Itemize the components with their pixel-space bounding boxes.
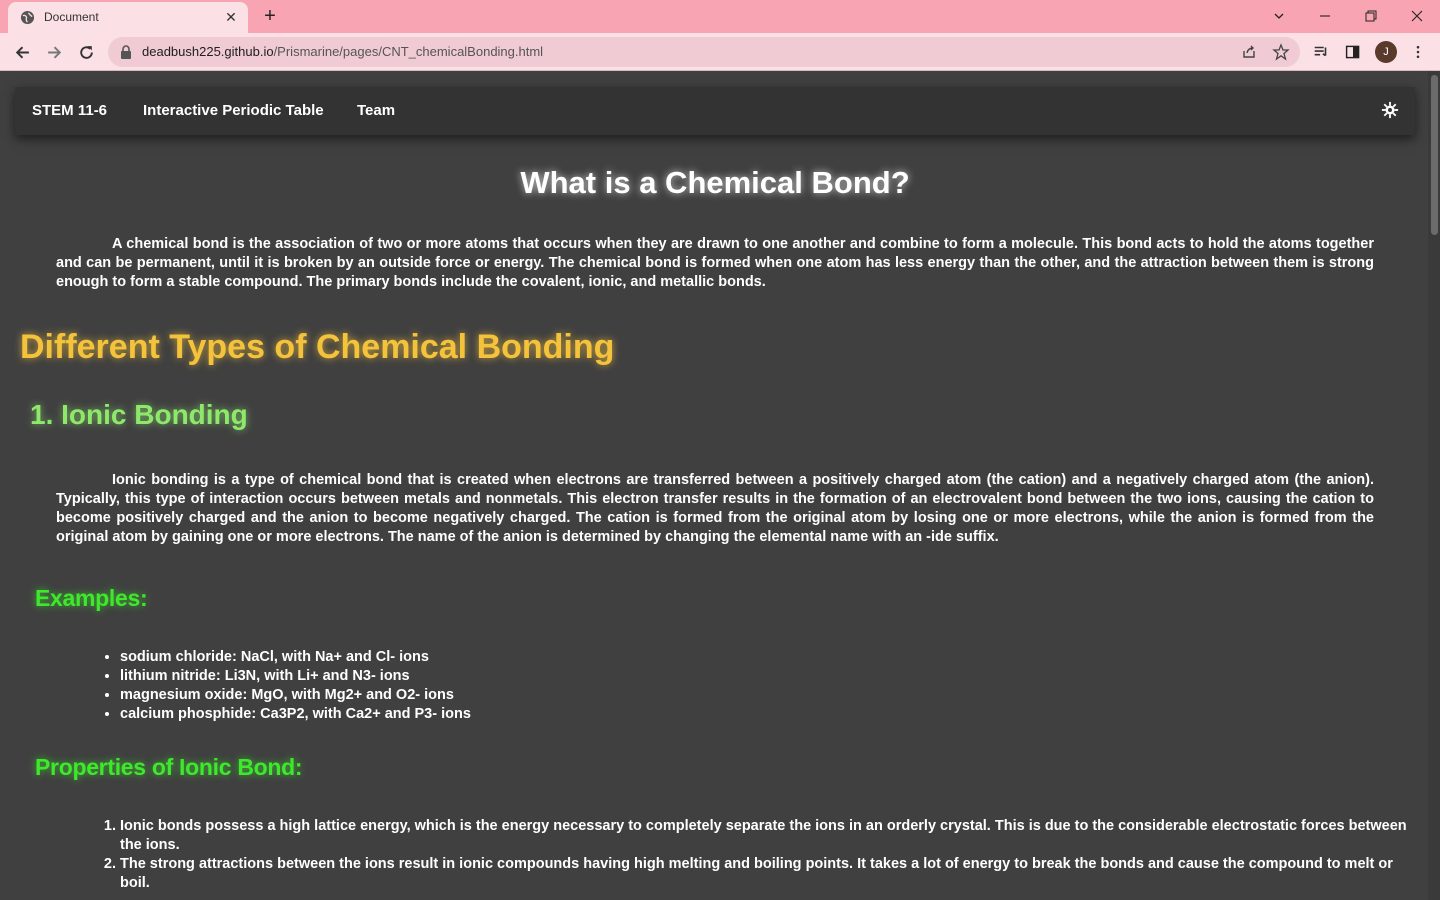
list-item: sodium chloride: NaCl, with Na+ and Cl- … <box>120 648 471 667</box>
side-panel-icon[interactable] <box>1343 42 1363 62</box>
new-tab-button[interactable]: + <box>258 5 282 29</box>
back-button[interactable] <box>8 38 36 66</box>
browser-toolbar: deadbush225.github.io/Prismarine/pages/C… <box>0 33 1440 71</box>
tab-title: Document <box>44 10 99 24</box>
intro-paragraph: A chemical bond is the association of tw… <box>56 236 1374 290</box>
types-heading: Different Types of Chemical Bonding <box>20 328 615 366</box>
theme-toggle-gear-icon[interactable] <box>1381 101 1399 119</box>
list-item: The strong attractions between the ions … <box>120 855 1420 893</box>
bookmark-star-icon[interactable] <box>1272 43 1290 61</box>
page-viewport: STEM 11-6 Interactive Periodic Table Tea… <box>0 71 1440 900</box>
list-item: calcium phosphide: Ca3P2, with Ca2+ and … <box>120 705 471 724</box>
browser-tab[interactable]: Document ✕ <box>8 2 248 33</box>
properties-heading: Properties of Ionic Bond: <box>35 754 303 780</box>
reload-button[interactable] <box>72 38 100 66</box>
list-item: lithium nitride: Li3N, with Li+ and N3- … <box>120 667 471 686</box>
list-item: Ionic bonds possess a high lattice energ… <box>120 817 1420 855</box>
more-menu-icon[interactable] <box>1408 42 1428 62</box>
site-navbar: STEM 11-6 Interactive Periodic Table Tea… <box>15 87 1415 135</box>
examples-heading: Examples: <box>35 585 148 611</box>
browser-tab-strip: Document ✕ + <box>0 0 1440 33</box>
close-window-button[interactable] <box>1394 3 1440 29</box>
page-title: What is a Chemical Bond? <box>520 165 910 200</box>
page-scrollbar[interactable] <box>1428 71 1440 900</box>
minimize-button[interactable] <box>1302 3 1348 29</box>
share-icon[interactable] <box>1240 43 1258 61</box>
nav-link-stem[interactable]: STEM 11-6 <box>32 102 107 119</box>
address-bar[interactable]: deadbush225.github.io/Prismarine/pages/C… <box>108 37 1300 67</box>
list-item: magnesium oxide: MgO, with Mg2+ and O2- … <box>120 686 471 705</box>
properties-list: Ionic bonds possess a high lattice energ… <box>120 817 1420 893</box>
examples-list: sodium chloride: NaCl, with Na+ and Cl- … <box>120 648 471 724</box>
ionic-bonding-paragraph: Ionic bonding is a type of chemical bond… <box>56 472 1374 545</box>
forward-button[interactable] <box>40 38 68 66</box>
close-tab-icon[interactable]: ✕ <box>222 8 240 26</box>
nav-link-team[interactable]: Team <box>357 102 395 119</box>
ionic-bonding-heading: 1. Ionic Bonding <box>30 399 248 430</box>
restore-button[interactable] <box>1348 3 1394 29</box>
tab-search-icon[interactable] <box>1256 3 1302 29</box>
profile-avatar[interactable]: J <box>1375 41 1397 63</box>
url-text[interactable]: deadbush225.github.io/Prismarine/pages/C… <box>142 44 543 59</box>
scrollbar-thumb[interactable] <box>1431 75 1438 235</box>
reading-list-icon[interactable] <box>1311 42 1331 62</box>
nav-link-periodic-table[interactable]: Interactive Periodic Table <box>143 102 324 119</box>
globe-icon <box>20 10 35 25</box>
lock-icon[interactable] <box>120 45 132 59</box>
